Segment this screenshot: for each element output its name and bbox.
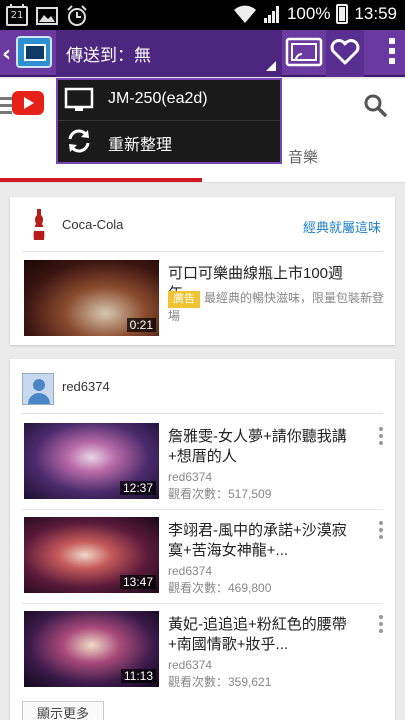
divider bbox=[22, 509, 383, 510]
overflow-menu-icon[interactable] bbox=[379, 427, 383, 448]
spinner-corner-icon bbox=[266, 61, 276, 71]
video-channel: red6374 bbox=[168, 658, 213, 672]
status-bar: 21 100% 13:59 bbox=[0, 0, 405, 30]
app-icon[interactable] bbox=[16, 36, 52, 68]
feed-channel-name[interactable]: red6374 bbox=[62, 379, 110, 394]
overflow-menu-icon[interactable] bbox=[379, 615, 383, 636]
video-item[interactable]: 13:47 李翊君-風中的承諾+沙漠寂寞+苦海女神龍+... red6374 觀… bbox=[22, 517, 383, 613]
tab-active-indicator bbox=[0, 178, 202, 182]
video-thumbnail[interactable]: 12:37 bbox=[24, 423, 159, 499]
tv-icon bbox=[64, 87, 94, 111]
action-bar: ‹ 傳送到：無 bbox=[0, 30, 405, 77]
overflow-menu-icon[interactable] bbox=[389, 38, 395, 68]
status-right: 100% 13:59 bbox=[233, 4, 397, 24]
heart-icon bbox=[330, 39, 360, 65]
refresh-item[interactable]: 重新整理 bbox=[58, 121, 280, 162]
favorite-button[interactable] bbox=[326, 30, 364, 77]
avatar[interactable] bbox=[22, 373, 54, 405]
ad-channel-name[interactable]: Coca-Cola bbox=[62, 217, 123, 232]
tab-music-label: 音樂 bbox=[287, 149, 318, 166]
cast-target-spinner[interactable]: 傳送到：無 bbox=[56, 30, 282, 77]
status-left: 21 bbox=[6, 4, 88, 27]
cast-icon[interactable] bbox=[284, 34, 324, 72]
video-thumbnail[interactable]: 13:47 bbox=[24, 517, 159, 593]
video-duration: 12:37 bbox=[119, 481, 156, 495]
back-chevron-icon[interactable]: ‹ bbox=[2, 42, 11, 67]
coke-bottle-icon bbox=[33, 209, 45, 240]
refresh-label: 重新整理 bbox=[108, 137, 173, 154]
alarm-icon bbox=[67, 5, 87, 26]
feed-card-header: red6374 bbox=[10, 359, 395, 414]
battery-percent: 100% bbox=[286, 4, 331, 23]
divider bbox=[22, 603, 383, 604]
video-title[interactable]: 黃妃-追追追+粉紅色的腰帶+南國情歌+妝乎... bbox=[168, 615, 358, 655]
clock: 13:59 bbox=[354, 4, 397, 23]
ad-video-item[interactable]: 0:21 可口可樂曲線瓶上市100週年 廣告最經典的暢快滋味，限量包裝新登場 bbox=[22, 260, 384, 356]
video-channel: red6374 bbox=[168, 564, 213, 578]
video-duration: 11:13 bbox=[120, 669, 156, 683]
video-title[interactable]: 詹雅雯-女人夢+請你聽我講+想厝的人 bbox=[168, 427, 358, 467]
video-views: 觀看次數：517,509 bbox=[168, 487, 272, 501]
show-more-button[interactable]: 顯示更多 bbox=[22, 701, 104, 720]
battery-icon bbox=[336, 4, 349, 24]
signal-icon bbox=[263, 6, 279, 23]
image-icon bbox=[36, 7, 58, 25]
ad-description: 最經典的暢快滋味，限量包裝新登場 bbox=[168, 291, 385, 323]
ad-thumbnail[interactable]: 0:21 bbox=[24, 260, 159, 336]
overflow-menu-icon[interactable] bbox=[379, 521, 383, 542]
youtube-logo[interactable] bbox=[12, 91, 44, 115]
wifi-icon bbox=[233, 5, 256, 23]
video-item[interactable]: 12:37 詹雅雯-女人夢+請你聽我講+想厝的人 red6374 觀看次數：51… bbox=[22, 423, 383, 519]
video-channel: red6374 bbox=[168, 470, 213, 484]
cast-device-label: JM-250(ea2d) bbox=[108, 90, 208, 107]
video-views: 觀看次數：469,800 bbox=[168, 581, 272, 595]
ad-link[interactable]: 經典就屬這味 bbox=[303, 217, 381, 236]
cast-device-item[interactable]: JM-250(ea2d) bbox=[58, 80, 280, 121]
ad-card-header: Coca-Cola 經典就屬這味 bbox=[10, 197, 395, 252]
ad-card: Coca-Cola 經典就屬這味 0:21 可口可樂曲線瓶上市100週年 廣告最… bbox=[10, 197, 395, 345]
cast-target-title: 傳送到：無 bbox=[66, 46, 151, 65]
video-thumbnail[interactable]: 11:13 bbox=[24, 611, 159, 687]
calendar-day: 21 bbox=[10, 10, 24, 21]
cast-device-dropdown: JM-250(ea2d) 重新整理 bbox=[56, 78, 282, 164]
divider bbox=[22, 413, 383, 414]
ad-badge: 廣告 bbox=[168, 291, 200, 308]
video-item[interactable]: 11:13 黃妃-追追追+粉紅色的腰帶+南國情歌+妝乎... red6374 觀… bbox=[22, 611, 383, 707]
video-duration: 13:47 bbox=[119, 575, 156, 589]
video-duration: 0:21 bbox=[126, 318, 156, 332]
search-icon[interactable] bbox=[363, 93, 387, 117]
video-views: 觀看次數：359,621 bbox=[168, 675, 272, 689]
menu-icon[interactable] bbox=[0, 97, 12, 118]
refresh-icon bbox=[68, 129, 90, 153]
calendar-icon: 21 bbox=[6, 4, 28, 26]
ad-description-block: 廣告 最經典的暢快滋味，限量包裝新登場 bbox=[168, 290, 388, 325]
channel-feed-card: red6374 12:37 詹雅雯-女人夢+請你聽我講+想厝的人 red6374… bbox=[10, 359, 395, 720]
divider bbox=[22, 251, 383, 252]
video-title[interactable]: 李翊君-風中的承諾+沙漠寂寞+苦海女神龍+... bbox=[168, 521, 358, 561]
